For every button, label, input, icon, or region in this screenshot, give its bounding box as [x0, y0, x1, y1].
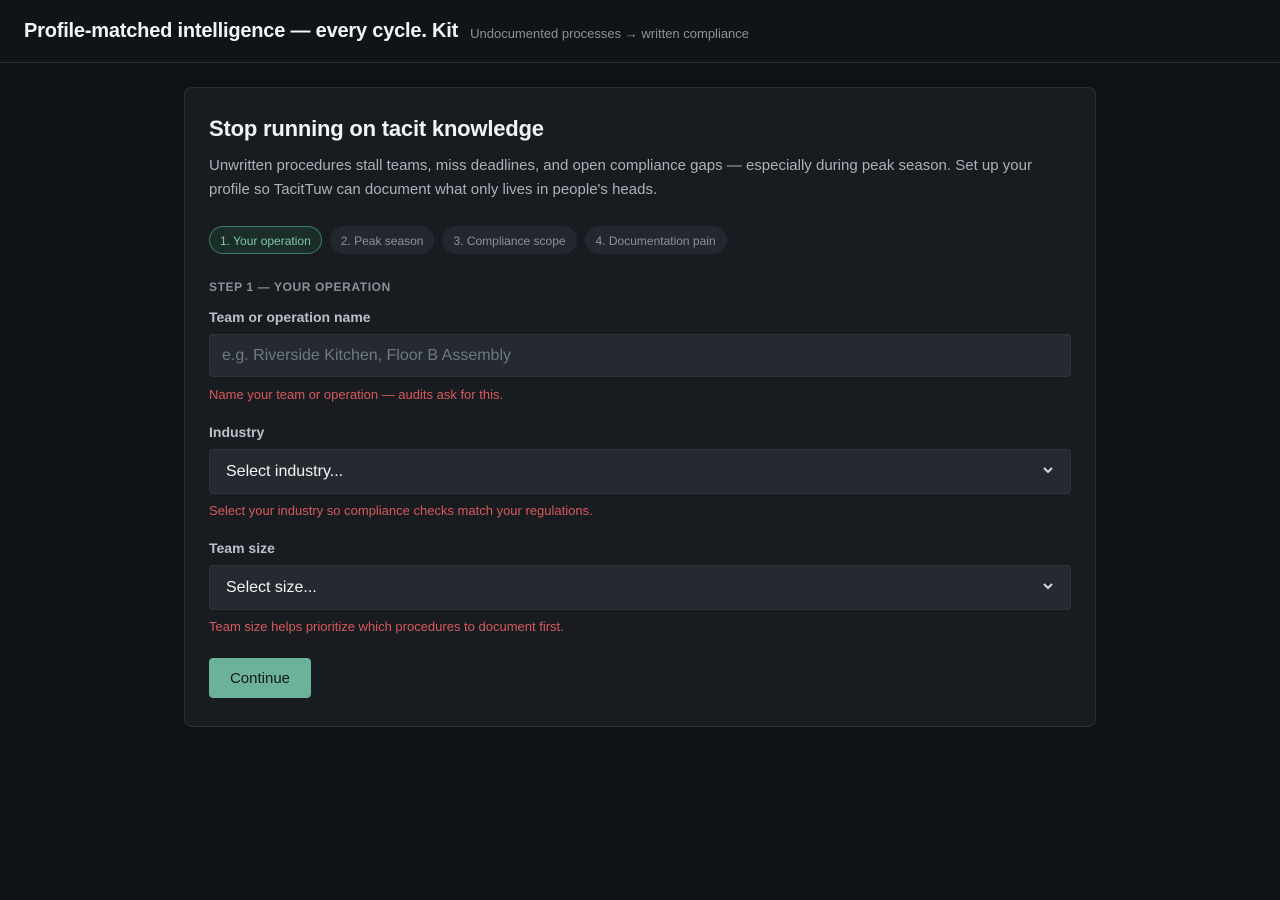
industry-field: Industry Select industry... Select your …	[209, 424, 1071, 518]
card-title: Stop running on tacit knowledge	[209, 116, 544, 141]
app-tagline: Undocumented processes → written complia…	[470, 25, 750, 41]
team-size-label: Team size	[209, 540, 275, 556]
step-heading: STEP 1 — YOUR OPERATION	[209, 280, 391, 294]
step-tabs: 1. Your operation 2. Peak season 3. Comp…	[209, 226, 1071, 254]
step-tab-compliance-scope[interactable]: 3. Compliance scope	[442, 226, 577, 254]
team-size-selected-value: Select size...	[226, 578, 317, 596]
team-name-input[interactable]	[209, 334, 1071, 377]
step-tab-documentation-pain[interactable]: 4. Documentation pain	[584, 226, 727, 254]
app-title: Profile-matched intelligence — every cyc…	[24, 19, 459, 42]
card-description: Unwritten procedures stall teams, miss d…	[209, 157, 1032, 198]
industry-error: Select your industry so compliance check…	[209, 503, 593, 518]
industry-select[interactable]: Select industry...	[209, 449, 1071, 494]
continue-button[interactable]: Continue	[209, 658, 311, 698]
team-name-error: Name your team or operation — audits ask…	[209, 387, 504, 402]
team-size-error: Team size helps prioritize which procedu…	[209, 619, 564, 634]
industry-label: Industry	[209, 424, 265, 440]
chevron-down-icon	[1042, 464, 1054, 479]
step-tab-peak-season[interactable]: 2. Peak season	[329, 226, 435, 254]
top-bar: Profile-matched intelligence — every cyc…	[0, 0, 1280, 63]
onboarding-card: Stop running on tacit knowledge Unwritte…	[184, 87, 1096, 727]
chevron-down-icon	[1042, 580, 1054, 595]
team-size-select[interactable]: Select size...	[209, 565, 1071, 610]
industry-selected-value: Select industry...	[226, 462, 344, 480]
step-tab-your-operation[interactable]: 1. Your operation	[209, 226, 322, 254]
team-size-field: Team size Select size... Team size helps…	[209, 540, 1071, 634]
team-name-label: Team or operation name	[209, 309, 371, 325]
team-name-field: Team or operation name Name your team or…	[209, 309, 1071, 402]
